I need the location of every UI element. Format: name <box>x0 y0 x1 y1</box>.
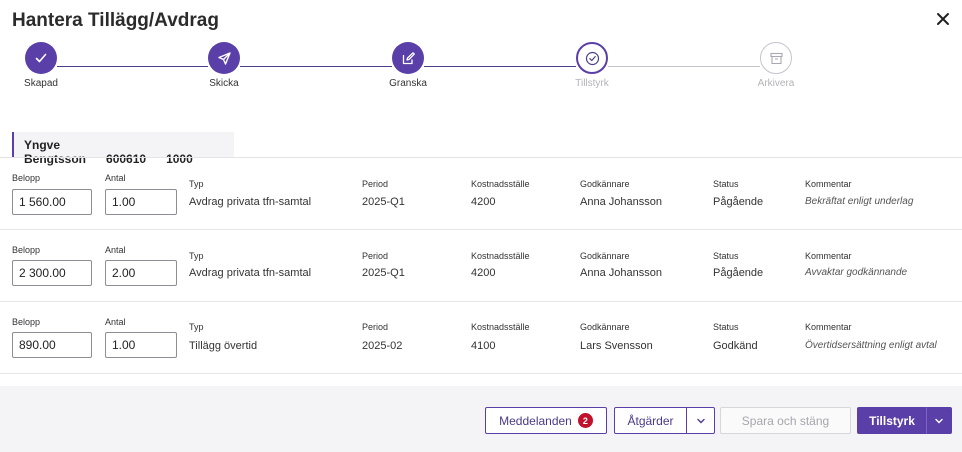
belopp-label: Belopp <box>12 317 41 327</box>
godkannare-value: Lars Svensson <box>580 340 653 352</box>
status-label: Status <box>713 322 739 332</box>
antal-input[interactable] <box>105 189 177 215</box>
step-label: Arkivera <box>757 78 795 89</box>
godkannare-value: Anna Johansson <box>580 267 662 279</box>
step-circle <box>392 42 424 74</box>
meddelanden-button[interactable]: Meddelanden 2 <box>485 407 607 434</box>
period-label: Period <box>362 322 389 332</box>
spara-och-stang-button[interactable]: Spara och stäng <box>720 407 851 434</box>
godkannare-label: Godkännare <box>580 251 630 261</box>
step-circle <box>25 42 57 74</box>
page-title: Hantera Tillägg/Avdrag <box>12 10 219 31</box>
atgarder-label: Åtgärder <box>627 413 674 428</box>
kommentar-value: Bekräftat enligt underlag <box>805 196 914 207</box>
period-label: Period <box>362 179 389 189</box>
period-value: 2025-Q1 <box>362 196 405 208</box>
edit-icon <box>402 51 415 64</box>
kostnadsstalle-label: Kostnadsställe <box>471 251 530 261</box>
step-circle <box>208 42 240 74</box>
antal-label: Antal <box>105 173 126 183</box>
belopp-label: Belopp <box>12 245 41 255</box>
spara-label: Spara och stäng <box>741 413 830 428</box>
period-value: 2025-Q1 <box>362 267 405 279</box>
kostnadsstalle-value: 4200 <box>471 196 496 208</box>
status-label: Status <box>713 251 739 261</box>
chevron-down-icon <box>935 418 943 423</box>
send-icon <box>217 51 231 65</box>
typ-label: Typ <box>189 251 204 261</box>
kommentar-label: Kommentar <box>805 251 852 261</box>
atgarder-dropdown-button[interactable] <box>686 407 715 434</box>
atgarder-button[interactable]: Åtgärder <box>614 407 687 434</box>
godkannare-label: Godkännare <box>580 322 630 332</box>
kostnadsstalle-value: 4200 <box>471 267 496 279</box>
table-row: Belopp Antal Typ Tillägg övertid Period … <box>0 302 962 374</box>
kommentar-value: Övertidsersättning enligt avtal <box>805 340 937 351</box>
antal-input[interactable] <box>105 332 177 358</box>
step-label: Skapad <box>24 78 58 89</box>
tillstyrk-dropdown-button[interactable] <box>926 407 952 434</box>
typ-label: Typ <box>189 322 204 332</box>
belopp-label: Belopp <box>12 173 41 183</box>
typ-label: Typ <box>189 179 204 189</box>
step-skapad[interactable]: Skapad <box>1 42 81 89</box>
tillstyrk-label: Tillstyrk <box>869 413 915 428</box>
godkannare-label: Godkännare <box>580 179 630 189</box>
status-label: Status <box>713 179 739 189</box>
employee-tab[interactable]: Yngve Bengtsson 600610 1000 <box>12 132 234 166</box>
belopp-input[interactable] <box>12 189 92 215</box>
step-tillstyrk[interactable]: Tillstyrk <box>552 42 632 89</box>
archive-icon <box>769 52 783 64</box>
check-icon <box>35 53 47 63</box>
tillstyrk-button[interactable]: Tillstyrk <box>857 407 927 434</box>
kommentar-label: Kommentar <box>805 322 852 332</box>
notification-badge: 2 <box>577 413 593 428</box>
step-label: Tillstyrk <box>575 78 609 89</box>
step-circle <box>576 42 608 74</box>
typ-value: Avdrag privata tfn-samtal <box>189 196 312 208</box>
period-value: 2025-02 <box>362 340 403 352</box>
check-circle-icon <box>585 51 599 65</box>
table-row: Belopp Antal Typ Avdrag privata tfn-samt… <box>0 230 962 302</box>
step-granska[interactable]: Granska <box>368 42 448 89</box>
step-label: Granska <box>389 78 427 89</box>
period-label: Period <box>362 251 389 261</box>
chevron-down-icon <box>696 418 705 423</box>
status-value: Pågående <box>713 196 764 208</box>
kostnadsstalle-value: 4100 <box>471 340 496 352</box>
antal-label: Antal <box>105 317 126 327</box>
close-icon[interactable] <box>934 10 952 28</box>
step-arkivera[interactable]: Arkivera <box>736 42 816 89</box>
progress-stepper: Skapad Skicka Granska Tillstyrk Arkivera <box>0 42 962 102</box>
kommentar-value: Avvaktar godkännande <box>805 267 908 278</box>
typ-value: Tillägg övertid <box>189 340 258 352</box>
typ-value: Avdrag privata tfn-samtal <box>189 267 312 279</box>
status-value: Godkänd <box>713 340 758 352</box>
antal-input[interactable] <box>105 260 177 286</box>
table-row: Belopp Antal Typ Avdrag privata tfn-samt… <box>0 158 962 230</box>
godkannare-value: Anna Johansson <box>580 196 662 208</box>
step-label: Skicka <box>209 78 239 89</box>
kostnadsstalle-label: Kostnadsställe <box>471 179 530 189</box>
kostnadsstalle-label: Kostnadsställe <box>471 322 530 332</box>
belopp-input[interactable] <box>12 260 92 286</box>
belopp-input[interactable] <box>12 332 92 358</box>
step-circle <box>760 42 792 74</box>
meddelanden-label: Meddelanden <box>499 413 572 428</box>
antal-label: Antal <box>105 245 126 255</box>
step-skicka[interactable]: Skicka <box>184 42 264 89</box>
kommentar-label: Kommentar <box>805 179 852 189</box>
status-value: Pågående <box>713 267 764 279</box>
